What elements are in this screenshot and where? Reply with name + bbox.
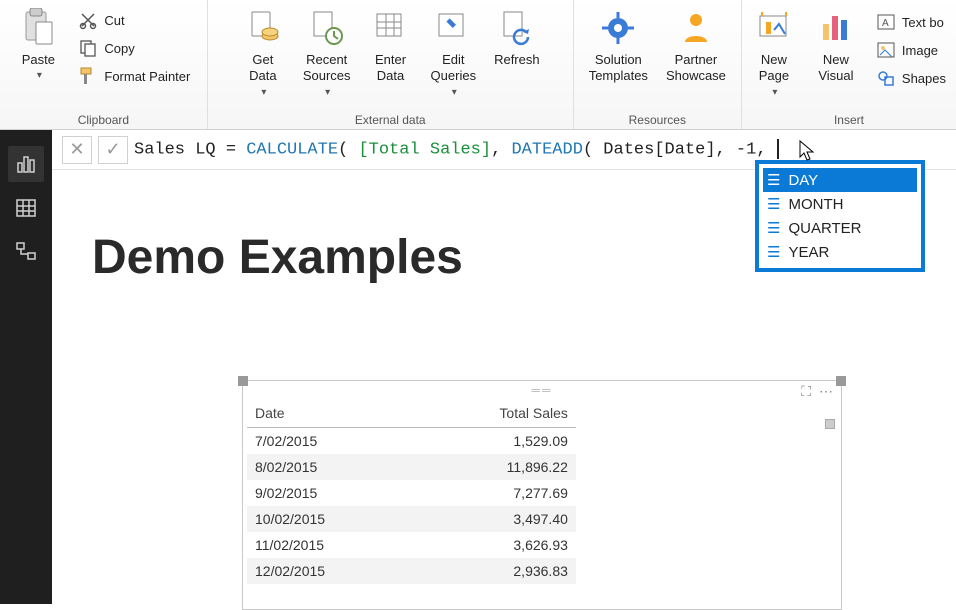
- cut-button[interactable]: Cut: [72, 8, 196, 32]
- text-box-button[interactable]: A Text bo: [870, 10, 952, 34]
- formula-measure: [Total Sales]: [358, 141, 491, 160]
- formula-cursor: [777, 139, 779, 159]
- nav-report-view[interactable]: [8, 146, 44, 182]
- text-box-icon: A: [876, 12, 896, 32]
- group-resources: Solution Templates Partner Showcase Reso…: [574, 0, 742, 129]
- new-page-icon: [752, 6, 796, 50]
- formula-fn1: CALCULATE: [246, 141, 338, 160]
- intellisense-item-day[interactable]: ☰DAY: [763, 168, 917, 192]
- col-header-sales[interactable]: Total Sales: [413, 399, 576, 428]
- get-data-label: Get Data: [249, 52, 276, 85]
- new-visual-label: New Visual: [818, 52, 853, 85]
- table-row[interactable]: 11/02/20153,626.93: [247, 532, 576, 558]
- enum-icon: ☰: [767, 219, 780, 237]
- nav-data-view[interactable]: [8, 190, 44, 226]
- intellisense-item-year[interactable]: ☰YEAR: [763, 240, 917, 264]
- left-nav: [0, 130, 52, 604]
- shapes-button[interactable]: Shapes: [870, 66, 952, 90]
- enum-icon: ☰: [767, 195, 780, 213]
- cut-icon: [78, 10, 98, 30]
- get-data-caret-icon: ▾: [261, 87, 266, 99]
- formula-commit-button[interactable]: ✓: [98, 136, 128, 164]
- formula-input[interactable]: Sales LQ = CALCULATE( [Total Sales], DAT…: [134, 139, 779, 159]
- new-page-button[interactable]: New Page ▾: [746, 4, 802, 99]
- paste-label: Paste: [22, 52, 55, 68]
- group-external-data: Get Data ▾ Recent Sources ▾ Enter Data Edi…: [208, 0, 574, 129]
- text-box-label: Text bo: [902, 15, 944, 30]
- cut-label: Cut: [104, 13, 124, 28]
- recent-sources-button[interactable]: Recent Sources ▾: [297, 4, 357, 99]
- copy-icon: [78, 38, 98, 58]
- refresh-icon: [495, 6, 539, 50]
- refresh-label: Refresh: [494, 52, 540, 68]
- group-external-data-label: External data: [355, 109, 426, 129]
- solution-templates-button[interactable]: Solution Templates: [583, 4, 654, 85]
- paste-button[interactable]: Paste ▾: [10, 4, 66, 82]
- solution-templates-label: Solution Templates: [589, 52, 648, 85]
- get-data-button[interactable]: Get Data ▾: [235, 4, 291, 99]
- intellisense-item-quarter[interactable]: ☰QUARTER: [763, 216, 917, 240]
- copy-button[interactable]: Copy: [72, 36, 196, 60]
- table-visual[interactable]: ══ ⛶ ⋯ Date Total Sales 7/02/20151,529.0…: [242, 380, 842, 610]
- new-page-caret-icon: ▾: [772, 87, 777, 99]
- image-label: Image: [902, 43, 938, 58]
- focus-mode-icon[interactable]: ⛶: [801, 383, 811, 400]
- new-visual-button[interactable]: New Visual: [808, 4, 864, 85]
- group-resources-label: Resources: [629, 109, 686, 129]
- partner-showcase-icon: [674, 6, 718, 50]
- nav-model-view[interactable]: [8, 234, 44, 270]
- enter-data-label: Enter Data: [375, 52, 406, 85]
- intellisense-popup: ☰DAY☰MONTH☰QUARTER☰YEAR: [755, 160, 925, 272]
- table-row[interactable]: 9/02/20157,277.69: [247, 480, 576, 506]
- visual-header[interactable]: ══ ⛶ ⋯: [243, 381, 841, 399]
- table-row[interactable]: 8/02/201511,896.22: [247, 454, 576, 480]
- image-icon: [876, 40, 896, 60]
- new-visual-icon: [814, 6, 858, 50]
- edit-queries-icon: [431, 6, 475, 50]
- enter-data-icon: [369, 6, 413, 50]
- visual-options-icon[interactable]: ⋯: [819, 383, 833, 400]
- format-painter-label: Format Painter: [104, 69, 190, 84]
- visual-drag-icon: ══: [531, 383, 552, 397]
- partner-showcase-label: Partner Showcase: [666, 52, 726, 85]
- recent-sources-icon: [305, 6, 349, 50]
- enum-icon: ☰: [767, 243, 780, 261]
- table-row[interactable]: 10/02/20153,497.40: [247, 506, 576, 532]
- shapes-label: Shapes: [902, 71, 946, 86]
- group-clipboard: Paste ▾ Cut Copy Format Painter Clipboar…: [0, 0, 208, 129]
- table-row[interactable]: 12/02/20152,936.83: [247, 558, 576, 584]
- col-header-date[interactable]: Date: [247, 399, 413, 428]
- data-table: Date Total Sales 7/02/20151,529.098/02/2…: [247, 399, 576, 584]
- refresh-button[interactable]: Refresh: [488, 4, 546, 68]
- table-row[interactable]: 7/02/20151,529.09: [247, 428, 576, 455]
- group-clipboard-label: Clipboard: [78, 109, 129, 129]
- formula-fn2: DATEADD: [511, 141, 582, 160]
- paste-icon: [16, 6, 60, 50]
- recent-sources-caret-icon: ▾: [325, 87, 330, 99]
- format-painter-button[interactable]: Format Painter: [72, 64, 196, 88]
- new-page-label: New Page: [759, 52, 789, 85]
- recent-sources-label: Recent Sources: [303, 52, 351, 85]
- formula-cancel-button[interactable]: ✕: [62, 136, 92, 164]
- solution-templates-icon: [596, 6, 640, 50]
- get-data-icon: [241, 6, 285, 50]
- group-insert-label: Insert: [834, 109, 864, 129]
- formula-prefix: Sales LQ =: [134, 141, 246, 160]
- edit-queries-label: Edit Queries: [431, 52, 477, 85]
- format-painter-icon: [78, 66, 98, 86]
- paste-caret-icon: ▾: [37, 70, 42, 82]
- partner-showcase-button[interactable]: Partner Showcase: [660, 4, 732, 85]
- ribbon: Paste ▾ Cut Copy Format Painter Clipboar…: [0, 0, 956, 130]
- scrollbar[interactable]: [825, 419, 837, 569]
- image-button[interactable]: Image: [870, 38, 952, 62]
- enter-data-button[interactable]: Enter Data: [363, 4, 419, 85]
- intellisense-item-month[interactable]: ☰MONTH: [763, 192, 917, 216]
- group-insert: New Page ▾ New Visual A Text bo Image Sha…: [742, 0, 956, 129]
- shapes-icon: [876, 68, 896, 88]
- copy-label: Copy: [104, 41, 134, 56]
- edit-queries-button[interactable]: Edit Queries ▾: [425, 4, 483, 99]
- edit-queries-caret-icon: ▾: [452, 87, 457, 99]
- svg-text:A: A: [882, 18, 889, 29]
- enum-icon: ☰: [767, 171, 780, 189]
